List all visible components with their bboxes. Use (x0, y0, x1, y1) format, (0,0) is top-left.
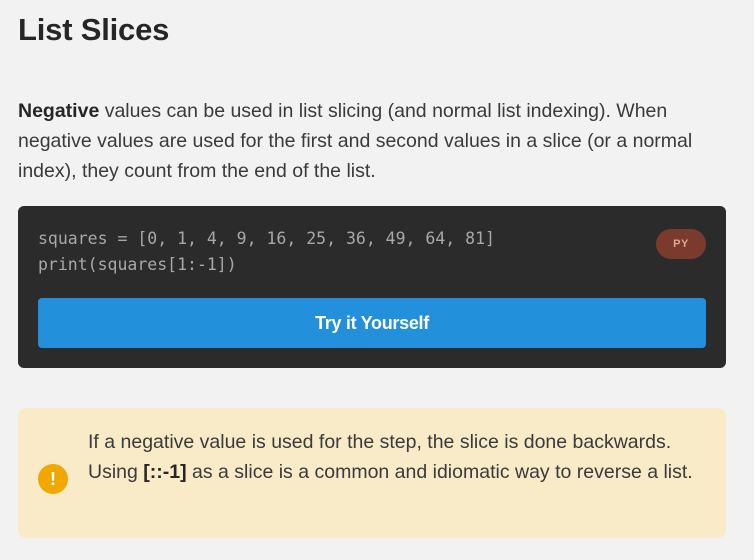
intro-bold-term: Negative (18, 100, 100, 122)
code-line: squares = [0, 1, 4, 9, 16, 25, 36, 49, 6… (38, 229, 495, 248)
code-block: squares = [0, 1, 4, 9, 16, 25, 36, 49, 6… (38, 226, 495, 278)
note-text-after: as a slice is a common and idiomatic way… (186, 461, 693, 483)
page-title: List Slices (18, 12, 170, 47)
code-line: print(squares[1:-1]) (38, 255, 237, 274)
intro-text: values can be used in list slicing (and … (18, 100, 693, 182)
note-code-term: [::-1] (143, 461, 187, 483)
language-badge: PY (656, 229, 706, 259)
exclamation-icon: ! (38, 464, 68, 494)
note-text: If a negative value is used for the step… (88, 427, 708, 487)
warning-note: ! If a negative value is used for the st… (18, 408, 726, 538)
try-it-yourself-button[interactable]: Try it Yourself (38, 298, 706, 348)
code-example-card: squares = [0, 1, 4, 9, 16, 25, 36, 49, 6… (18, 206, 726, 368)
intro-paragraph: Negative values can be used in list slic… (18, 96, 726, 186)
